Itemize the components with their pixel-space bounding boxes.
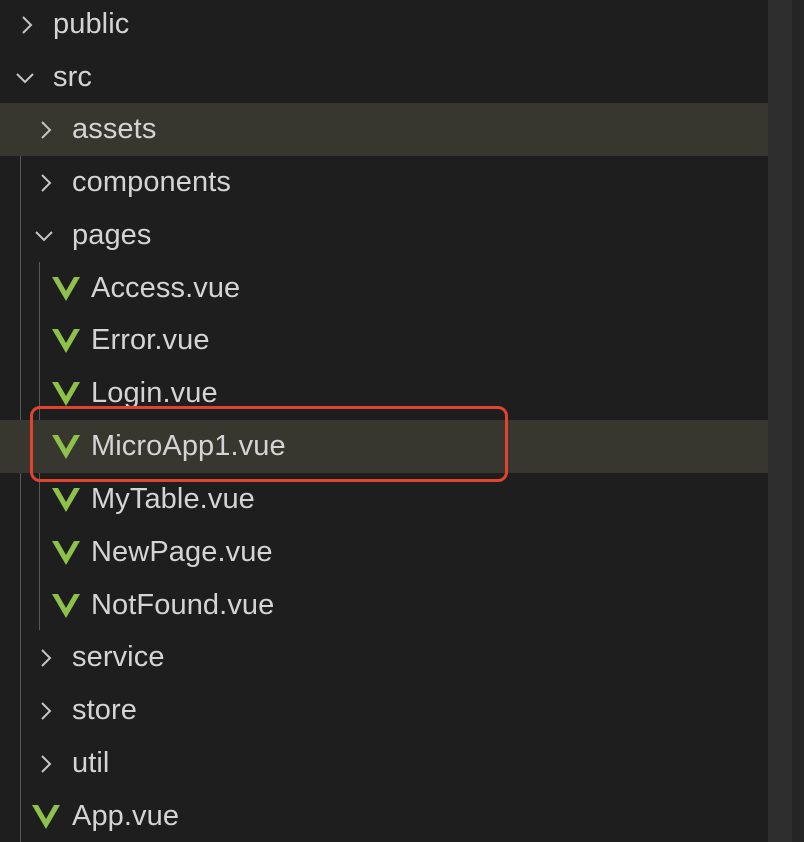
tree-folder-store[interactable]: store xyxy=(0,684,768,737)
chevron-right-icon[interactable] xyxy=(33,170,59,196)
chevron-down-icon[interactable] xyxy=(12,65,38,91)
vue-file-icon xyxy=(51,539,81,567)
file-explorer-tree: public src assets components pages Acces… xyxy=(0,0,792,842)
tree-file-access-vue[interactable]: Access.vue xyxy=(0,262,768,315)
tree-folder-assets[interactable]: assets xyxy=(0,103,792,156)
vue-file-icon xyxy=(51,486,81,514)
chevron-right-icon[interactable] xyxy=(33,117,59,143)
tree-folder-service[interactable]: service xyxy=(0,631,768,684)
tree-file-mytable-vue[interactable]: MyTable.vue xyxy=(0,473,768,526)
tree-item-label: pages xyxy=(72,219,152,251)
tree-item-label: src xyxy=(53,61,92,93)
tree-file-error-vue[interactable]: Error.vue xyxy=(0,314,768,367)
tree-folder-pages[interactable]: pages xyxy=(0,209,768,262)
tree-file-app-vue[interactable]: App.vue xyxy=(0,790,768,842)
tree-item-label: assets xyxy=(72,113,157,145)
tree-item-label: util xyxy=(72,747,110,779)
tree-item-label: NewPage.vue xyxy=(91,536,273,568)
tree-item-label: NotFound.vue xyxy=(91,589,275,621)
tree-file-microapp1-vue[interactable]: MicroApp1.vue xyxy=(0,420,768,473)
tree-item-label: components xyxy=(72,166,231,198)
tree-file-newpage-vue[interactable]: NewPage.vue xyxy=(0,526,768,579)
vue-file-icon xyxy=(51,380,81,408)
chevron-right-icon[interactable] xyxy=(33,698,59,724)
tree-item-label: Access.vue xyxy=(91,272,241,304)
vue-file-icon xyxy=(51,327,81,355)
tree-item-label: store xyxy=(72,694,137,726)
tree-item-label: public xyxy=(53,8,130,40)
tree-file-login-vue[interactable]: Login.vue xyxy=(0,367,768,420)
tree-folder-util[interactable]: util xyxy=(0,737,768,790)
tree-item-label: Login.vue xyxy=(91,377,218,409)
chevron-right-icon[interactable] xyxy=(33,645,59,671)
vue-file-icon xyxy=(51,433,81,461)
vue-file-icon xyxy=(31,803,61,831)
tree-item-label: App.vue xyxy=(72,800,180,832)
chevron-right-icon[interactable] xyxy=(14,12,40,38)
tree-folder-public[interactable]: public xyxy=(0,0,768,51)
tree-file-notfound-vue[interactable]: NotFound.vue xyxy=(0,579,768,632)
tree-folder-components[interactable]: components xyxy=(0,156,768,209)
tree-item-label: MyTable.vue xyxy=(91,483,255,515)
scrollbar-thumb[interactable] xyxy=(768,0,792,842)
vue-file-icon xyxy=(51,592,81,620)
tree-item-label: service xyxy=(72,641,165,673)
tree-folder-src[interactable]: src xyxy=(0,51,768,104)
chevron-right-icon[interactable] xyxy=(33,751,59,777)
tree-item-label: MicroApp1.vue xyxy=(91,430,286,462)
vue-file-icon xyxy=(51,275,81,303)
chevron-down-icon[interactable] xyxy=(31,223,57,249)
tree-item-label: Error.vue xyxy=(91,324,210,356)
